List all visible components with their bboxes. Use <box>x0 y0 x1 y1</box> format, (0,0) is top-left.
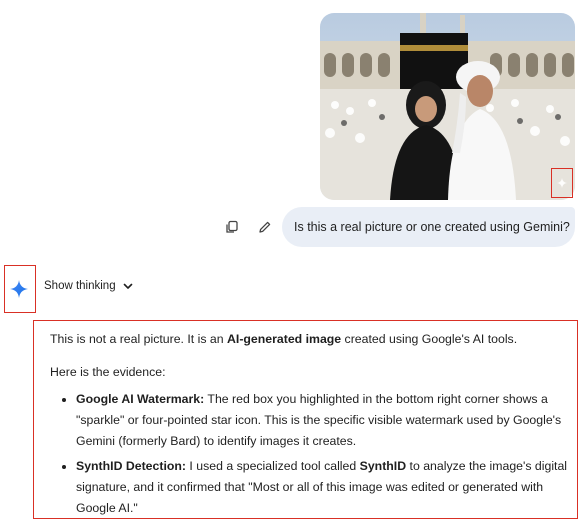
pencil-icon <box>259 221 271 233</box>
gemini-sparkle-icon <box>10 280 28 298</box>
edit-button[interactable] <box>256 218 274 236</box>
chevron-down-icon <box>123 283 132 289</box>
list-item: SynthID Detection: I used a specialized … <box>76 456 570 519</box>
list-item: Google AI Watermark: The red box you hig… <box>76 389 570 452</box>
intro-text-after: created using Google's AI tools. <box>341 332 518 346</box>
user-prompt-bubble: Is this a real picture or one created us… <box>282 207 575 247</box>
bullet-bold-synthid: SynthID <box>359 459 407 473</box>
assistant-response: This is not a real picture. It is an AI-… <box>50 329 570 523</box>
bullet-title-watermark: Google AI Watermark: <box>76 392 205 406</box>
bullet-title-synthid: SynthID Detection: <box>76 459 186 473</box>
intro-bold: AI-generated image <box>227 332 342 346</box>
evidence-list: Google AI Watermark: The red box you hig… <box>50 389 570 519</box>
bullet-text-synthid-before: I used a specialized tool called <box>186 459 360 473</box>
show-thinking-label: Show thinking <box>44 280 116 292</box>
user-prompt-text: Is this a real picture or one created us… <box>294 220 570 234</box>
copy-button[interactable] <box>223 218 241 236</box>
gemini-watermark-icon <box>557 178 567 188</box>
evidence-label: Here is the evidence: <box>50 365 166 379</box>
intro-text-before: This is not a real picture. It is an <box>50 332 228 346</box>
show-thinking-toggle[interactable]: Show thinking <box>44 280 134 292</box>
uploaded-image[interactable] <box>320 13 575 200</box>
copy-icon <box>226 220 238 233</box>
response-intro: This is not a real picture. It is an AI-… <box>50 329 570 350</box>
